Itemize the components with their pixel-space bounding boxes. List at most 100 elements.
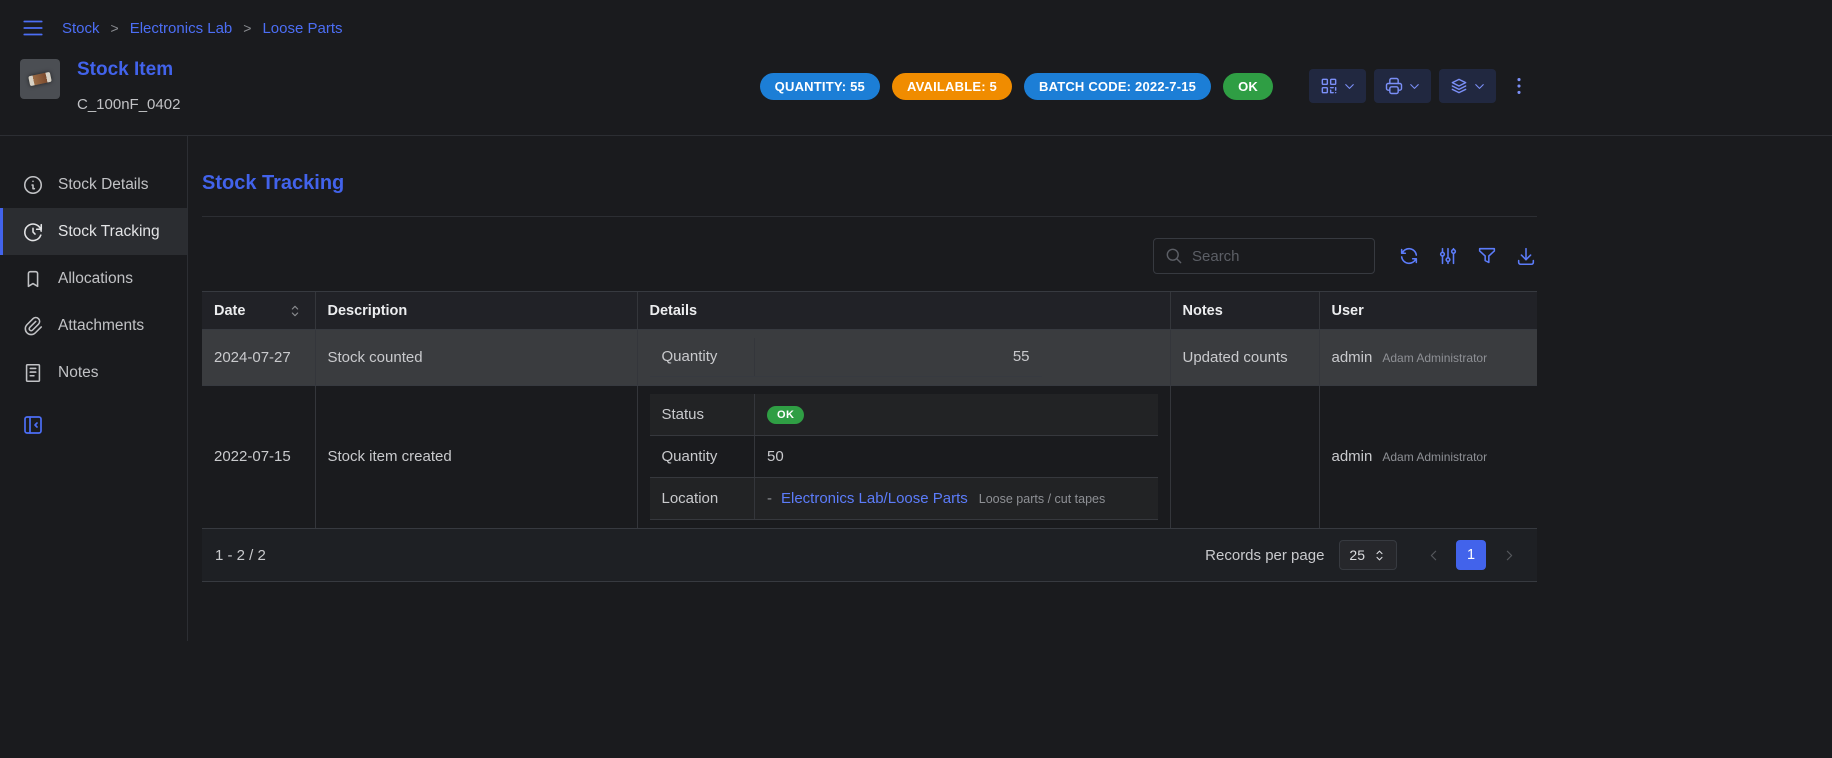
panel-title: Stock Tracking <box>202 172 1537 195</box>
detail-row: Quantity50 <box>650 436 1158 478</box>
location-link[interactable]: Electronics Lab/Loose Parts <box>781 490 968 507</box>
menu-button[interactable] <box>20 15 46 41</box>
refresh-button[interactable] <box>1398 245 1420 267</box>
detail-label: Quantity <box>650 338 755 376</box>
location-dash: - <box>767 490 772 507</box>
detail-value: 55 <box>755 338 1042 376</box>
printer-icon <box>1384 76 1404 96</box>
stock-item-name: C_100nF_0402 <box>77 96 180 113</box>
qrcode-icon <box>1319 76 1339 96</box>
sidebar-item-stock-details[interactable]: Stock Details <box>0 161 187 208</box>
column-label: Description <box>328 303 408 319</box>
user-fullname: Adam Administrator <box>1382 351 1487 365</box>
username: admin <box>1332 448 1373 465</box>
main-panel: Stock Tracking Date Description Details Not… <box>188 136 1537 641</box>
selector-icon <box>1372 548 1387 563</box>
column-header-description: Description <box>315 292 637 330</box>
table-row[interactable]: 2024-07-27Stock counted Quantity55 Updated… <box>202 330 1537 386</box>
sidebar-item-stock-tracking[interactable]: Stock Tracking <box>0 208 187 255</box>
download-button[interactable] <box>1515 245 1537 267</box>
stock-tracking-table: Date Description Details Notes User 2024-07-… <box>202 291 1537 528</box>
filter-button[interactable] <box>1476 245 1498 267</box>
toolbar-icons <box>1398 245 1537 267</box>
paperclip-icon <box>22 315 44 337</box>
sidebar-item-label: Allocations <box>58 270 133 288</box>
breadcrumb-link-loose-parts[interactable]: Loose Parts <box>262 20 342 37</box>
adjustments-button[interactable] <box>1437 245 1459 267</box>
sidebar-item-label: Notes <box>58 364 99 382</box>
next-page-button[interactable] <box>1494 540 1524 570</box>
records-per-page-value: 25 <box>1349 547 1365 563</box>
column-header-date[interactable]: Date <box>202 292 315 330</box>
records-per-page-select[interactable]: 25 <box>1339 540 1397 570</box>
column-header-notes: Notes <box>1170 292 1319 330</box>
header-badges: QUANTITY: 55AVAILABLE: 5BATCH CODE: 2022… <box>760 73 1273 100</box>
column-header-details: Details <box>637 292 1170 330</box>
header-actions <box>1309 69 1496 103</box>
breadcrumb-link-electronics-lab[interactable]: Electronics Lab <box>130 20 233 37</box>
column-label: Date <box>214 303 245 319</box>
search-input[interactable] <box>1192 248 1364 265</box>
cell-notes <box>1170 385 1319 528</box>
cell-description: Stock item created <box>315 385 637 528</box>
prev-page-button[interactable] <box>1418 540 1448 570</box>
menu-icon <box>20 15 46 41</box>
column-label: Details <box>650 303 698 319</box>
detail-value: -Electronics Lab/Loose Parts Loose parts … <box>755 478 1158 520</box>
barcode-actions-button[interactable] <box>1309 69 1366 103</box>
content-area: Stock DetailsStock TrackingAllocationsAt… <box>0 136 1832 641</box>
column-header-user: User <box>1319 292 1537 330</box>
cell-user: admin Adam Administrator <box>1319 330 1537 386</box>
status-ok-badge: OK <box>1223 73 1273 100</box>
dots-icon <box>1508 75 1530 97</box>
records-per-page-label: Records per page <box>1205 547 1324 564</box>
user-fullname: Adam Administrator <box>1382 450 1487 464</box>
table-header-row: Date Description Details Notes User <box>202 292 1537 330</box>
sidebar-item-notes[interactable]: Notes <box>0 349 187 396</box>
panel-divider <box>202 216 1537 217</box>
overflow-menu-button[interactable] <box>1508 75 1530 97</box>
cell-date: 2024-07-27 <box>202 330 315 386</box>
column-label: User <box>1332 303 1364 319</box>
detail-label: Status <box>650 394 755 436</box>
pagination: 1 <box>1418 540 1524 570</box>
sidebar-collapse-button[interactable] <box>21 413 45 437</box>
breadcrumb: Stock>Electronics Lab>Loose Parts <box>62 20 343 37</box>
stock-item-thumbnail[interactable] <box>20 59 60 99</box>
sidebar: Stock DetailsStock Tracking Allocations At… <box>0 136 188 641</box>
location-description: Loose parts / cut tapes <box>979 492 1105 506</box>
sidebar-item-allocations[interactable]: Allocations <box>0 255 187 302</box>
table-body: 2024-07-27Stock counted Quantity55 Updated… <box>202 330 1537 529</box>
table-row[interactable]: 2022-07-15Stock item created Status OK Quan… <box>202 385 1537 528</box>
cell-details: Status OK Quantity50Location-Electronics L… <box>637 385 1170 528</box>
cell-date: 2022-07-15 <box>202 385 315 528</box>
page-button-1[interactable]: 1 <box>1456 540 1486 570</box>
quantity-badge: QUANTITY: 55 <box>760 73 880 100</box>
chevron-right-icon <box>1501 547 1518 564</box>
sidebar-nav: Stock DetailsStock Tracking Allocations At… <box>0 161 187 396</box>
print-actions-button[interactable] <box>1374 69 1431 103</box>
cell-notes: Updated counts <box>1170 330 1319 386</box>
history-icon <box>22 221 44 243</box>
stock-actions-button[interactable] <box>1439 69 1496 103</box>
detail-value: 50 <box>755 436 1158 478</box>
breadcrumb-link-stock[interactable]: Stock <box>62 20 100 37</box>
table-footer: 1 - 2 / 2 Records per page 25 1 <box>202 528 1537 582</box>
status-badge: OK <box>767 406 804 424</box>
details-table: Quantity55 <box>650 338 1042 377</box>
detail-row: Status OK <box>650 394 1158 436</box>
page-title: Stock Item <box>77 59 180 81</box>
app-window: Stock>Electronics Lab>Loose Parts Stock … <box>0 0 1832 641</box>
collapse-icon <box>21 413 45 437</box>
cell-description: Stock counted <box>315 330 637 386</box>
bookmark-icon <box>22 268 44 290</box>
batch-code-badge: BATCH CODE: 2022-7-15 <box>1024 73 1211 100</box>
cell-user: admin Adam Administrator <box>1319 385 1537 528</box>
adjustments-icon <box>1437 245 1459 267</box>
username: admin <box>1332 349 1373 366</box>
detail-value: OK <box>755 394 1158 436</box>
page-buttons: 1 <box>1456 540 1486 570</box>
detail-row: Location-Electronics Lab/Loose PartsLoos… <box>650 478 1158 520</box>
sidebar-item-attachments[interactable]: Attachments <box>0 302 187 349</box>
chevron-down-icon <box>1472 79 1487 94</box>
